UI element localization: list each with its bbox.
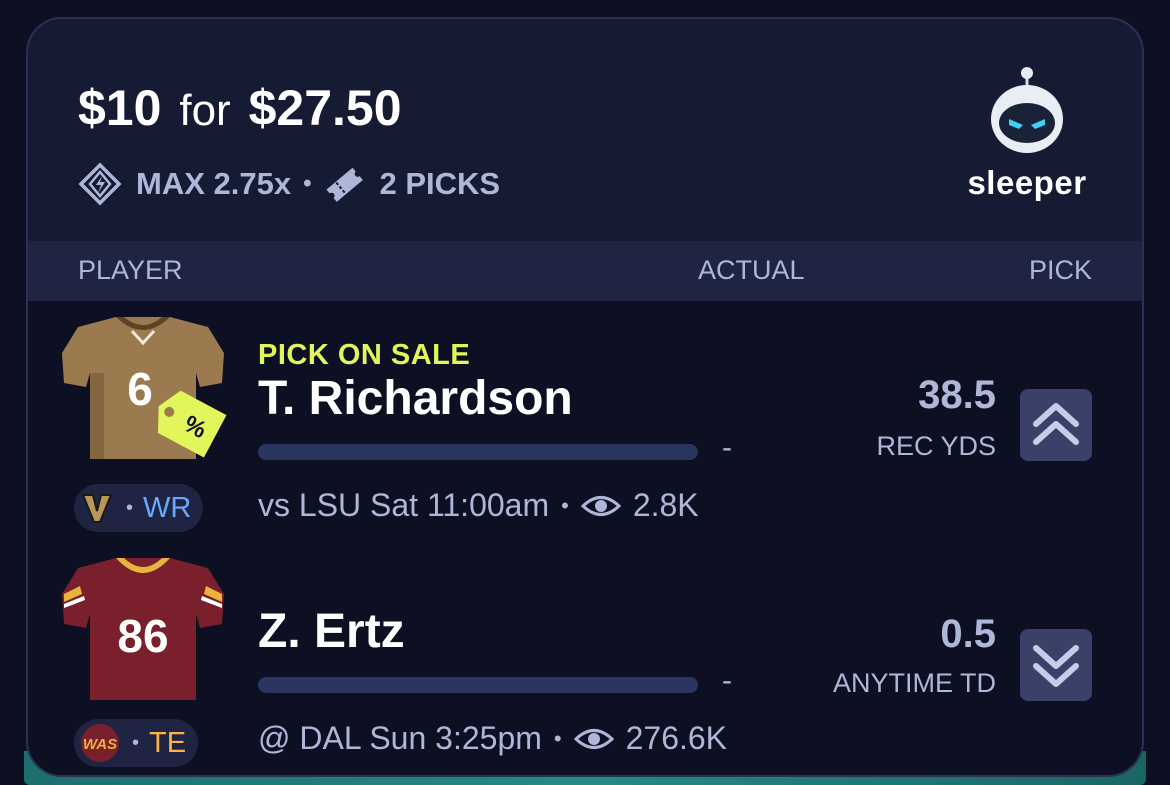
column-player: PLAYER <box>78 255 183 285</box>
sleeper-robot-icon <box>991 67 1063 153</box>
line-stat: ANYTIME TD <box>832 668 996 698</box>
max-multiplier: MAX 2.75x <box>136 166 292 201</box>
column-actual: ACTUAL <box>698 255 805 285</box>
view-count: 2.8K <box>632 487 699 523</box>
view-count: 276.6K <box>625 720 728 756</box>
team-logo-icon <box>81 494 113 523</box>
pick-lower-button[interactable] <box>1020 629 1092 701</box>
team-position-pill: • WR <box>74 484 204 532</box>
progress-bar <box>258 444 698 460</box>
payout-summary: $10 for $27.50 <box>78 79 402 137</box>
jersey-number: 86 <box>117 610 168 662</box>
matchup-info: vs LSU Sat 11:00am • 2.8K <box>258 487 699 524</box>
picks-count: 2 PICKS <box>379 166 501 201</box>
line-stat: REC YDS <box>876 431 996 461</box>
matchup-separator: • <box>561 492 569 518</box>
payout-amount: $27.50 <box>248 80 402 136</box>
line-value: 0.5 <box>940 612 996 656</box>
matchup-info: @ DAL Sun 3:25pm • 276.6K <box>258 720 727 757</box>
entry-header: $10 for $27.50 MAX 2.75x • 2 PICKS sleep… <box>28 19 1142 241</box>
team-logo-icon: WAS <box>81 724 119 762</box>
stake-amount: $10 <box>78 80 162 136</box>
matchup-text: vs LSU Sat 11:00am <box>258 487 550 523</box>
svg-text:WAS: WAS <box>83 736 117 753</box>
player-name: Z. Ertz <box>258 605 405 658</box>
pill-separator: • <box>132 731 140 754</box>
eye-icon <box>573 728 614 749</box>
pill-separator: • <box>126 496 134 519</box>
picks-list: 6 % • WR PICK ON SALE T. Richardson - vs… <box>28 301 1142 775</box>
chevron-double-down-icon <box>1033 645 1079 687</box>
player-position: WR <box>143 491 192 524</box>
brand-name: sleeper <box>967 164 1087 201</box>
entry-card: $10 for $27.50 MAX 2.75x • 2 PICKS sleep… <box>26 17 1144 777</box>
actual-value: - <box>722 664 732 697</box>
chevron-double-up-icon <box>1033 403 1079 445</box>
pick-row[interactable]: 86 WAS • TE Z. Ertz - @ DAL Sun 3:25pm • <box>28 536 1142 771</box>
promo-label: PICK ON SALE <box>258 339 471 371</box>
matchup-text: @ DAL Sun 3:25pm <box>258 720 542 756</box>
matchup-separator: • <box>553 725 562 751</box>
pick-higher-button[interactable] <box>1020 389 1092 461</box>
lightning-diamond-icon <box>78 162 122 206</box>
entry-meta: MAX 2.75x • 2 PICKS <box>78 162 500 206</box>
meta-separator: • <box>303 170 312 197</box>
team-position-pill: WAS • TE <box>74 719 199 767</box>
actual-value: - <box>722 431 732 464</box>
for-label: for <box>179 86 231 135</box>
player-jersey-icon: 86 <box>62 558 224 700</box>
pick-row[interactable]: 6 % • WR PICK ON SALE T. Richardson - vs… <box>28 301 1142 536</box>
column-pick: PICK <box>1028 255 1092 285</box>
player-position: TE <box>149 726 187 759</box>
eye-icon <box>580 495 621 516</box>
player-name: T. Richardson <box>258 372 573 425</box>
sleeper-logo: sleeper <box>962 63 1092 202</box>
ticket-icon <box>326 167 364 202</box>
progress-bar <box>258 677 698 693</box>
line-value: 38.5 <box>918 373 996 417</box>
jersey-number: 6 <box>127 363 153 415</box>
player-jersey-icon: 6 % <box>62 317 227 459</box>
column-header: PLAYER ACTUAL PICK <box>28 241 1142 301</box>
